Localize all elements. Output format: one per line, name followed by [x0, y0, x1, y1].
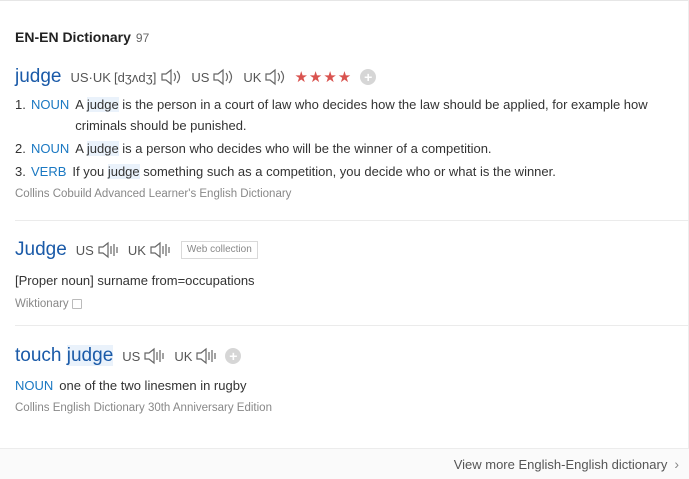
- view-more-link[interactable]: View more English-English dictionary ›: [454, 456, 679, 472]
- pronunciation-uk: UK: [128, 241, 171, 259]
- result-count: 97: [135, 31, 150, 45]
- source-label: Wiktionary: [15, 298, 689, 310]
- sense-item: NOUN one of the two linesmen in rugby: [15, 375, 689, 396]
- add-icon[interactable]: +: [360, 69, 377, 85]
- definition: [Proper noun] surname from=occupations: [15, 273, 255, 288]
- uk-label: UK: [174, 348, 193, 364]
- speaker-icon[interactable]: [195, 347, 217, 365]
- definition: If you judge something such as a competi…: [72, 164, 556, 179]
- web-collection-tag: Web collection: [180, 241, 258, 259]
- speaker-icon[interactable]: [97, 241, 119, 259]
- source-label: Collins Cobuild Advanced Learner's Engli…: [15, 188, 292, 200]
- part-of-speech: NOUN: [31, 141, 70, 156]
- pronunciation-us: US: [191, 68, 234, 86]
- speaker-icon[interactable]: [143, 347, 165, 365]
- definition: A judge is the person in a court of law …: [75, 97, 648, 133]
- pronunciation-uk: UK: [243, 68, 286, 86]
- divider: [15, 325, 689, 326]
- pronunciation-us: US: [122, 347, 165, 365]
- dictionary-title: EN-EN Dictionary: [15, 29, 131, 45]
- us-label: US: [191, 69, 210, 85]
- chevron-right-icon: ›: [674, 456, 679, 472]
- external-link-icon[interactable]: [71, 299, 82, 309]
- headword[interactable]: judge: [15, 66, 62, 88]
- frequency-stars: ★★★★: [294, 69, 353, 86]
- definition: A judge is a person who decides who will…: [75, 141, 492, 156]
- add-icon[interactable]: +: [225, 348, 242, 364]
- pronunciation-us: US: [76, 241, 119, 259]
- footer-bar: View more English-English dictionary ›: [0, 448, 689, 479]
- entry-judge: judge US·UK [dʒʌdʒ] US UK ★★★★ + 1. NOUN…: [15, 64, 689, 200]
- top-border: [0, 0, 689, 1]
- us-uk-label: US·UK: [70, 69, 111, 85]
- sense-list: 1. NOUN A judge is the person in a court…: [15, 94, 689, 182]
- sense-item: 1. NOUN A judge is the person in a court…: [15, 94, 689, 136]
- entry-touch-judge: touch judge US UK + NOUN one of the two …: [15, 343, 689, 414]
- definition: one of the two linesmen in rugby: [59, 378, 247, 393]
- source-label: Collins English Dictionary 30th Annivers…: [15, 402, 272, 414]
- part-of-speech: NOUN: [31, 97, 70, 112]
- us-label: US: [75, 242, 94, 258]
- us-label: US: [122, 348, 141, 364]
- part-of-speech: NOUN: [15, 378, 54, 393]
- ipa-text: [dʒʌdʒ]: [113, 69, 157, 85]
- sense-item: 2. NOUN A judge is a person who decides …: [15, 138, 689, 159]
- divider: [15, 220, 689, 221]
- speaker-icon[interactable]: [212, 68, 234, 86]
- headword[interactable]: touch judge: [15, 345, 114, 367]
- uk-label: UK: [127, 242, 146, 258]
- uk-label: UK: [243, 69, 262, 85]
- entry-judge-proper: Judge US UK Web collection [Proper noun]…: [15, 237, 689, 310]
- pronunciation-us-uk: US·UK [dʒʌdʒ]: [71, 68, 183, 86]
- speaker-icon[interactable]: [149, 241, 171, 259]
- sense-item: 3. VERB If you judge something such as a…: [15, 161, 689, 182]
- speaker-icon[interactable]: [160, 68, 182, 86]
- headword[interactable]: Judge: [15, 239, 67, 261]
- speaker-icon[interactable]: [264, 68, 286, 86]
- pronunciation-uk: UK: [174, 347, 217, 365]
- part-of-speech: VERB: [31, 164, 67, 179]
- dictionary-header: EN-EN Dictionary 97: [15, 29, 149, 49]
